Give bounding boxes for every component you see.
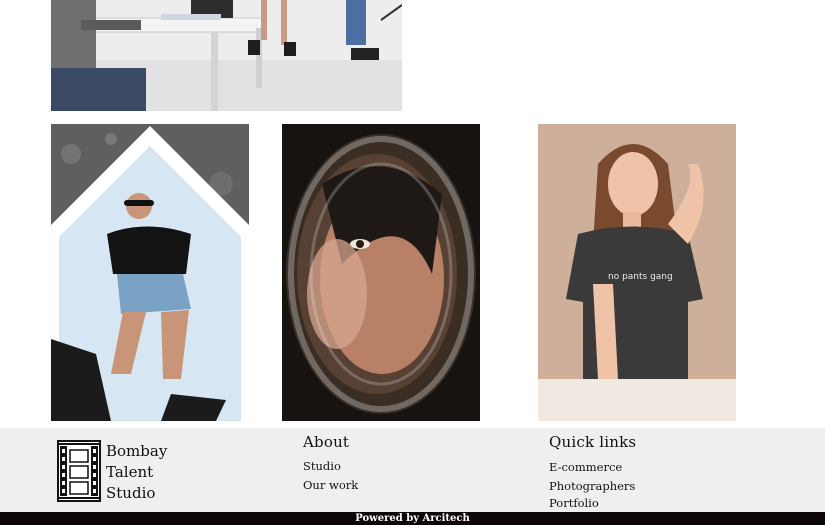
- logo-line-3: Studio: [106, 484, 156, 502]
- tshirt-print-text: no pants gang: [608, 272, 673, 282]
- footer-about-column: About Studio Our work: [303, 433, 358, 495]
- logo-line-2: Talent: [106, 463, 154, 481]
- model-on-mirror-photo: [51, 124, 249, 421]
- model-on-mirror-image: [51, 124, 249, 421]
- model-in-tshirt-photo: no pants gang: [538, 124, 736, 421]
- footer-link-portfolio[interactable]: Portfolio: [549, 495, 636, 512]
- footer-link-our-work[interactable]: Our work: [303, 476, 358, 495]
- model-through-glass-image: [282, 124, 480, 421]
- quick-links-heading: Quick links: [549, 433, 637, 451]
- studio-session-image: [51, 0, 402, 111]
- model-through-glass-photo: [282, 124, 480, 421]
- footer-link-e-commerce[interactable]: E-commerce: [549, 457, 636, 477]
- footer-link-studio[interactable]: Studio: [303, 457, 358, 476]
- studio-session-photo: [51, 0, 402, 111]
- powered-by-text: Powered by Arcitech: [355, 513, 470, 524]
- footer-link-photographers[interactable]: Photographers: [549, 477, 636, 495]
- film-strip-icon: [57, 440, 101, 502]
- model-in-tshirt-image: no pants gang: [538, 124, 736, 421]
- about-heading: About: [303, 433, 350, 451]
- logo-text: Bombay Talent Studio: [106, 441, 167, 504]
- site-footer: Bombay Talent Studio About Studio Our wo…: [0, 428, 825, 512]
- powered-by-bar: Powered by Arcitech: [0, 512, 825, 525]
- footer-quick-links-column: Quick links E-commerce Photographers Por…: [549, 433, 636, 512]
- logo-line-1: Bombay: [106, 442, 168, 460]
- footer-logo[interactable]: Bombay Talent Studio: [57, 440, 167, 504]
